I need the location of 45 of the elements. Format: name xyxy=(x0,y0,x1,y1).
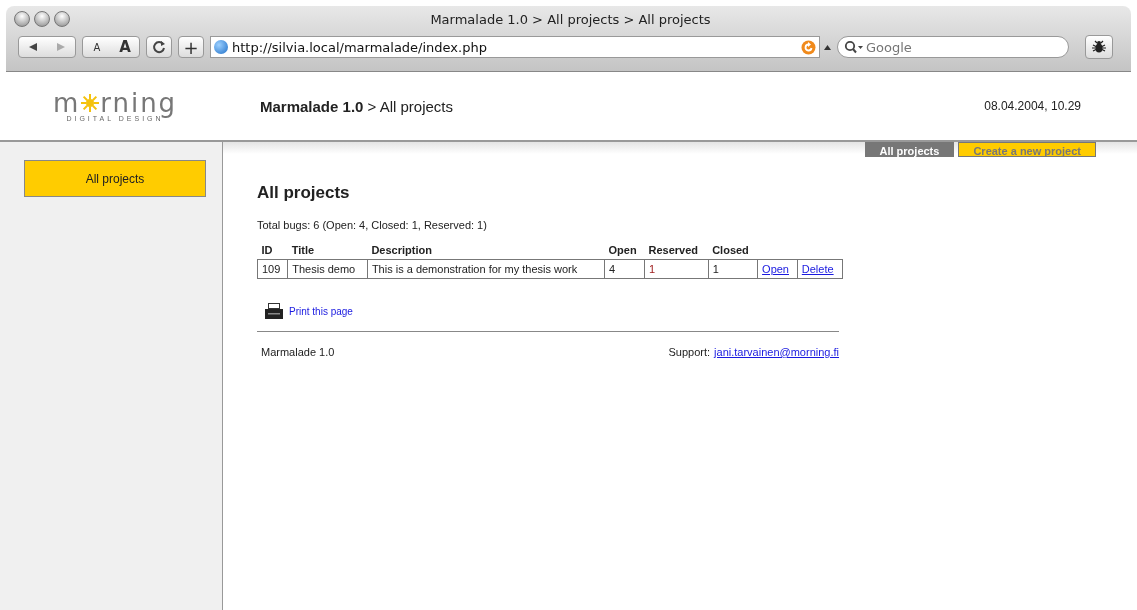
table-cell: 1 xyxy=(708,259,758,279)
table-cell: This is a demonstration for my thesis work xyxy=(367,259,605,279)
column-header: ID xyxy=(257,241,288,260)
summary-text: Total bugs: 6 (Open: 4, Closed: 1, Reserved: 1) xyxy=(257,219,488,231)
table-cell: 109 xyxy=(257,259,288,279)
support-label: Support: xyxy=(668,346,711,358)
search-input[interactable]: Google xyxy=(864,38,1058,56)
column-header: Reserved xyxy=(644,241,709,260)
window-control-button[interactable] xyxy=(14,11,30,27)
table-cell: 4 xyxy=(604,259,645,279)
text-bigger-button[interactable]: A xyxy=(111,37,139,57)
column-header: Open xyxy=(604,241,645,260)
add-bookmark-button[interactable]: + xyxy=(178,36,204,58)
address-field[interactable]: http://silvia.local/marmalade/index.php xyxy=(210,36,820,58)
reload-button[interactable] xyxy=(146,36,172,58)
column-header: Description xyxy=(367,241,605,260)
globe-icon xyxy=(214,40,228,54)
column-header: Closed xyxy=(708,241,758,260)
sidebar-item[interactable]: All projects xyxy=(24,160,206,197)
snapback-icon[interactable] xyxy=(801,39,816,55)
left-arrow-icon xyxy=(28,42,38,52)
sun-icon xyxy=(81,93,100,112)
email-link[interactable]: jani.tarvainen@morning.fi xyxy=(714,346,839,358)
page-heading: All projects xyxy=(257,183,351,203)
search-field[interactable]: Google xyxy=(837,36,1069,58)
print-link[interactable]: Print this page xyxy=(289,305,353,317)
table-cell: Thesis demo xyxy=(287,259,368,279)
table-cell: 1 xyxy=(644,259,709,279)
window-title: Marmalade 1.0 > All projects > All projects xyxy=(429,11,712,27)
search-icon xyxy=(844,40,864,54)
reload-icon xyxy=(152,40,166,54)
date-time-text: 08.04.2004, 10.29 xyxy=(984,99,1082,113)
window-control-button[interactable] xyxy=(54,11,70,27)
tab[interactable]: All projects xyxy=(864,142,955,157)
caret-icon xyxy=(824,44,831,50)
right-arrow-icon xyxy=(56,42,66,52)
printer-icon xyxy=(265,303,283,319)
window-control-button[interactable] xyxy=(34,11,50,27)
text-smaller-button[interactable]: A xyxy=(83,37,111,57)
bug-report-button[interactable] xyxy=(1085,35,1113,59)
breadcrumb: Marmalade 1.0 > All projects xyxy=(259,97,455,115)
bug-icon xyxy=(1091,39,1107,55)
column-header: Title xyxy=(287,241,368,260)
version-text: Marmalade 1.0 xyxy=(261,346,335,358)
logo-text: m xyxy=(52,90,81,115)
